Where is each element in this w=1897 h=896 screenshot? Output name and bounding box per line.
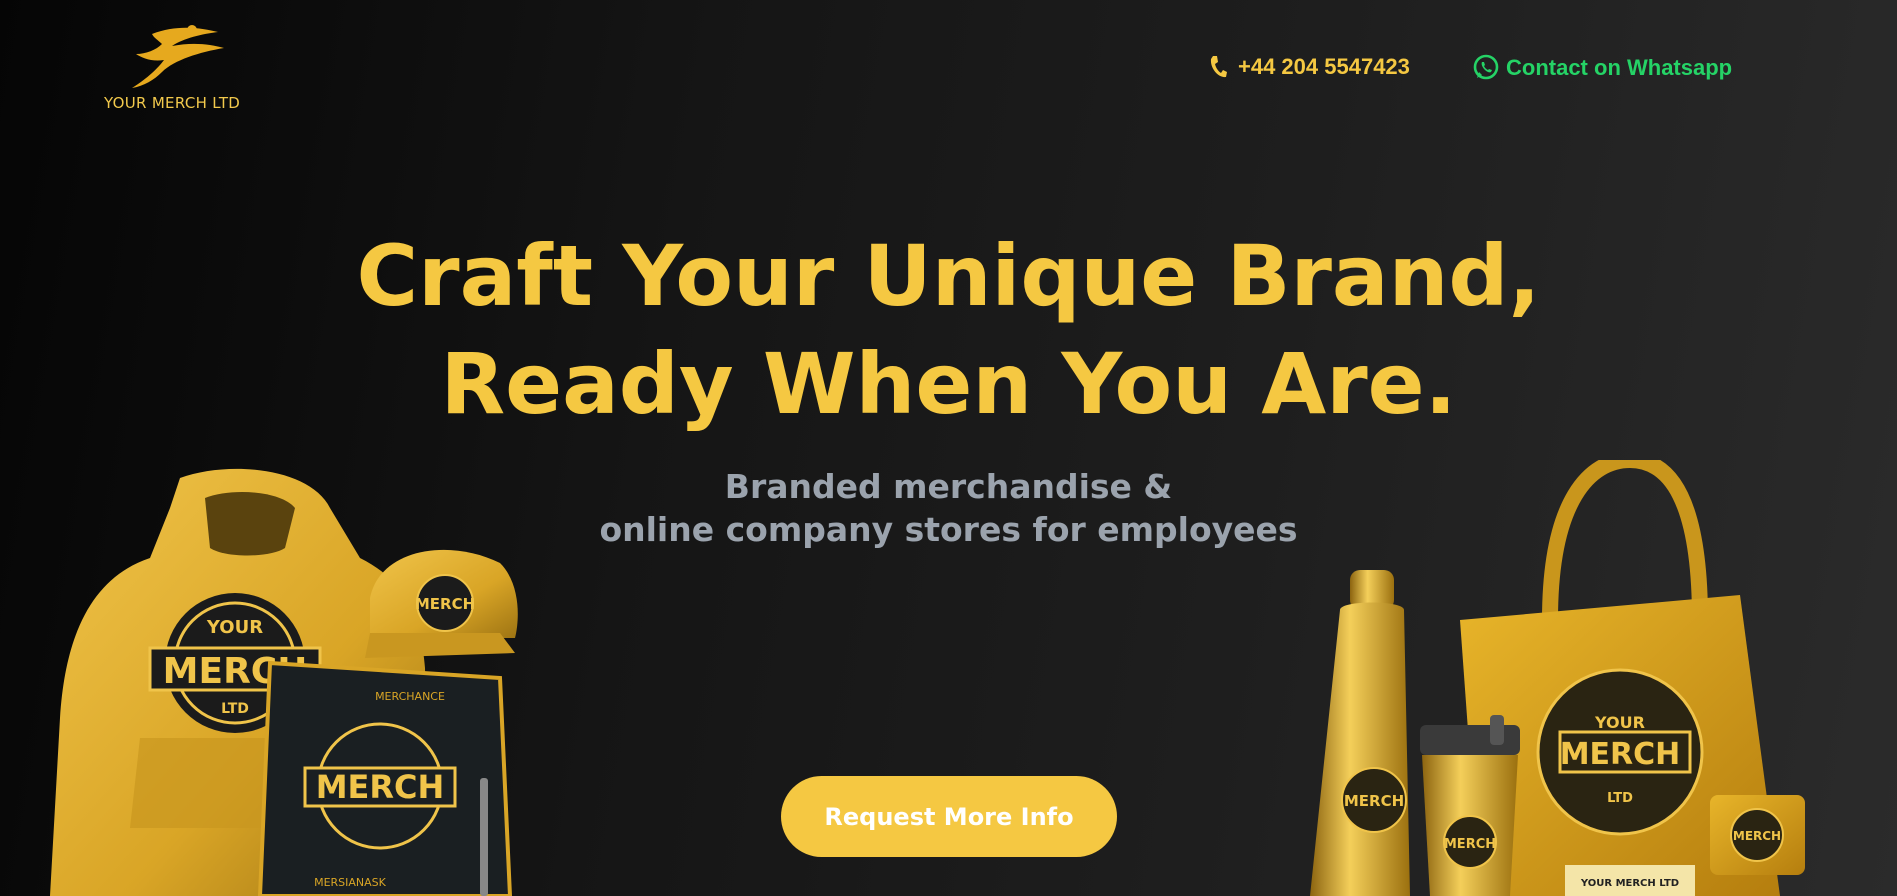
- whatsapp-icon: [1473, 54, 1499, 80]
- phone-icon: [1210, 56, 1227, 78]
- brand-logo[interactable]: YOUR MERCH LTD: [104, 24, 254, 116]
- logo-text: YOUR MERCH LTD: [104, 94, 241, 112]
- request-info-button[interactable]: Request More Info: [781, 776, 1117, 857]
- whatsapp-label: Contact on Whatsapp: [1506, 55, 1733, 80]
- small-box-badge: MERCH: [1733, 829, 1781, 843]
- merch-illustration-left: YOUR MERCH LTD MERCHANCE MERCH MERSIANAS…: [50, 468, 518, 896]
- tumbler-image: MERCH: [1420, 715, 1520, 896]
- runner-logo-icon: [132, 25, 224, 88]
- bag-badge-main: MERCH: [1560, 737, 1681, 772]
- tumbler-badge: MERCH: [1444, 837, 1496, 852]
- box-label: YOUR MERCH LTD: [1580, 878, 1679, 889]
- headline-line-1: Craft Your Unique Brand,: [356, 227, 1541, 325]
- phone-link[interactable]: +44 204 5547423: [1208, 54, 1410, 80]
- bottle-image: MERCH: [1310, 570, 1410, 896]
- hero-headline: Craft Your Unique Brand, Ready When You …: [0, 222, 1897, 438]
- bag-badge-top: YOUR: [1594, 713, 1645, 732]
- bag-badge-bottom: LTD: [1607, 791, 1633, 806]
- notebook-footer: MERSIANASK: [314, 876, 387, 889]
- whatsapp-link[interactable]: Contact on Whatsapp: [1472, 54, 1732, 82]
- phone-number: +44 204 5547423: [1238, 54, 1410, 79]
- headline-line-2: Ready When You Are.: [440, 335, 1457, 433]
- notebook-badge: MERCH: [316, 768, 445, 806]
- cap-image: MERCH: [365, 549, 518, 658]
- hoodie-badge-top: YOUR: [206, 617, 263, 638]
- merch-illustration-right: YOUR MERCH LTD MERCH MERCH YOUR MERCH LT…: [1310, 460, 1805, 896]
- bottle-badge: MERCH: [1344, 792, 1404, 810]
- notebook-image: MERCHANCE MERCH MERSIANASK: [257, 660, 513, 896]
- notebook-header: MERCHANCE: [375, 690, 445, 703]
- cap-badge: MERCH: [415, 595, 475, 613]
- hoodie-badge-bottom: LTD: [221, 701, 249, 717]
